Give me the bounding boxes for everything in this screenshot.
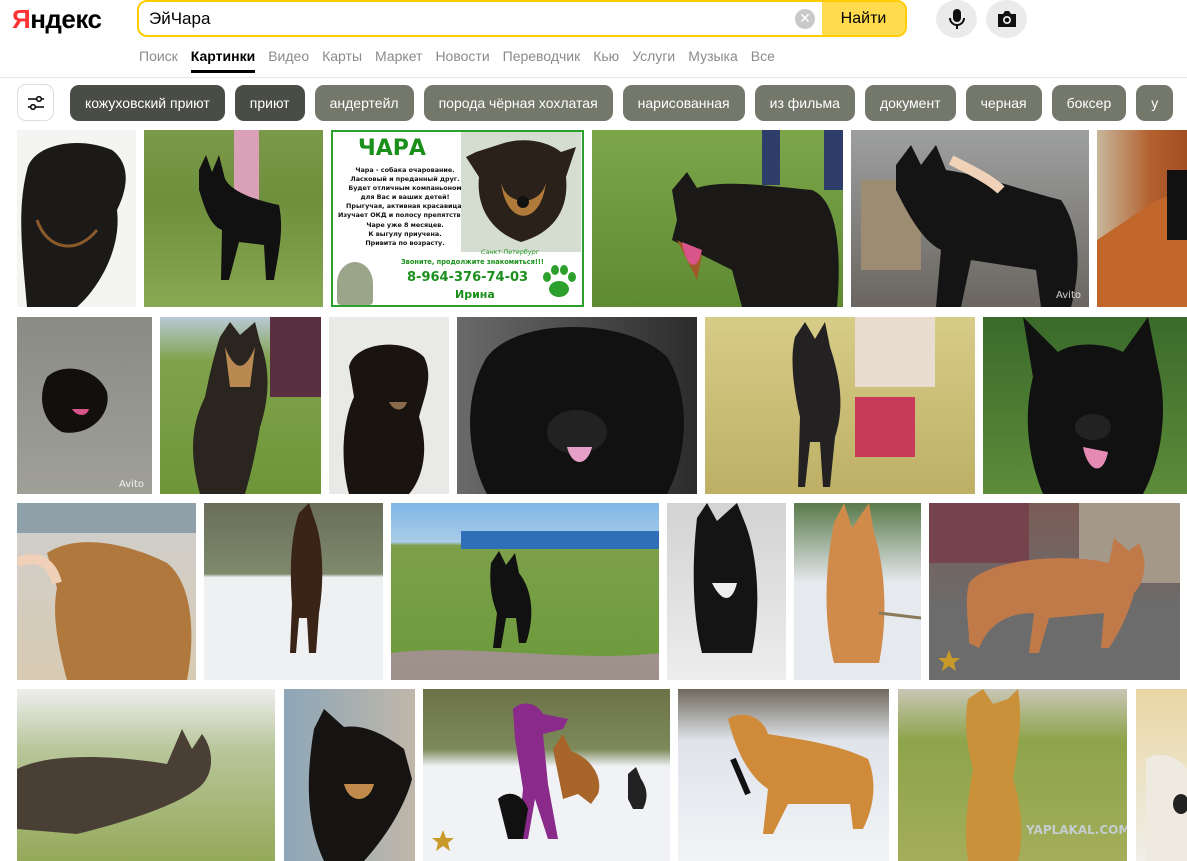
dog-photo <box>461 132 581 252</box>
star-logo-icon <box>938 650 960 671</box>
avito-watermark: Avito <box>119 479 144 490</box>
image-result[interactable] <box>284 689 415 861</box>
chip[interactable]: нарисованная <box>622 85 745 121</box>
tab-images[interactable]: Картинки <box>190 48 256 73</box>
chip[interactable]: черная <box>965 85 1042 121</box>
search-box: ✕ Найти <box>137 0 907 37</box>
image-result[interactable] <box>17 503 196 680</box>
paw-icon <box>543 265 576 297</box>
dog-photo <box>42 368 108 433</box>
tab-market[interactable]: Маркет <box>375 48 422 73</box>
poster-name: Ирина <box>455 288 495 301</box>
image-result[interactable]: YAPLAKAL.COM <box>898 689 1127 861</box>
tab-music[interactable]: Музыка <box>688 48 738 73</box>
dog-photo <box>728 714 874 834</box>
poster-city: Санкт-Петербург <box>481 248 540 256</box>
image-search-button[interactable] <box>986 0 1027 38</box>
clear-icon[interactable]: ✕ <box>795 9 815 29</box>
header: Яндекс ✕ Найти Поиск Картинки Видео Карт… <box>0 0 1187 78</box>
search-button[interactable]: Найти <box>822 2 905 35</box>
image-result[interactable] <box>204 503 383 680</box>
image-result[interactable] <box>592 130 843 307</box>
image-result[interactable] <box>1136 689 1187 861</box>
poster-text: Чара - собака очарование. Ласковый и пре… <box>338 166 472 247</box>
image-result[interactable] <box>678 689 889 861</box>
yaplakal-watermark: YAPLAKAL.COM <box>1026 823 1127 837</box>
tab-q[interactable]: Кью <box>593 48 619 73</box>
image-result[interactable] <box>794 503 921 680</box>
camera-icon <box>997 11 1016 27</box>
chip[interactable]: андертейл <box>314 85 414 121</box>
microphone-icon <box>948 9 965 29</box>
chip[interactable]: документ <box>864 85 956 121</box>
image-result[interactable] <box>1097 130 1187 307</box>
star-logo-icon <box>432 830 454 851</box>
dog-photo <box>1023 317 1163 494</box>
dog-photo <box>1146 754 1187 861</box>
suggestion-chips: кожуховский приют приют андертейл порода… <box>70 85 1174 121</box>
image-result[interactable]: Avito <box>17 317 152 494</box>
poster-call: Звоните, продолжите знакомиться!!! <box>401 258 544 266</box>
chip[interactable]: у <box>1136 85 1174 121</box>
service-tabs: Поиск Картинки Видео Карты Маркет Новост… <box>139 48 788 73</box>
image-result[interactable]: Avito <box>851 130 1089 307</box>
search-input[interactable] <box>149 2 789 35</box>
chip[interactable]: боксер <box>1051 85 1127 121</box>
yandex-logo[interactable]: Яндекс <box>12 4 102 35</box>
chip[interactable]: из фильма <box>754 85 855 121</box>
image-result[interactable] <box>17 689 275 861</box>
poster-title: ЧАРА <box>358 136 426 161</box>
image-result[interactable] <box>423 689 670 861</box>
image-result[interactable] <box>144 130 323 307</box>
tab-maps[interactable]: Карты <box>322 48 362 73</box>
tab-services[interactable]: Услуги <box>632 48 675 73</box>
image-result[interactable] <box>17 130 136 307</box>
dog-photo <box>17 729 212 834</box>
avito-watermark: Avito <box>1056 290 1081 301</box>
tab-all[interactable]: Все <box>751 48 775 73</box>
chip[interactable]: порода чёрная хохлатая <box>423 85 613 121</box>
dog-photo <box>498 703 647 839</box>
dog-photo <box>308 709 412 861</box>
filters-button[interactable] <box>17 84 54 121</box>
dog-photo <box>826 503 921 663</box>
image-result[interactable] <box>329 317 449 494</box>
dog-photo <box>861 145 1078 307</box>
dog-photo <box>290 503 323 653</box>
poster-photo <box>337 262 373 305</box>
voice-search-button[interactable] <box>936 0 977 38</box>
image-result[interactable] <box>457 317 697 494</box>
dog-photo <box>193 317 321 494</box>
dog-photo <box>17 503 196 680</box>
dog-photo <box>199 130 282 280</box>
tab-search[interactable]: Поиск <box>139 48 178 73</box>
poster-phone: 8-964-376-74-03 <box>407 270 529 285</box>
sliders-icon <box>27 95 44 110</box>
chip[interactable]: приют <box>234 85 305 121</box>
tab-translate[interactable]: Переводчик <box>503 48 581 73</box>
image-result[interactable] <box>160 317 321 494</box>
image-result[interactable] <box>929 503 1180 680</box>
dog-photo <box>929 503 1180 653</box>
dog-photo <box>391 531 659 680</box>
image-result[interactable] <box>705 317 975 494</box>
filter-row: кожуховский приют приют андертейл порода… <box>0 84 1187 122</box>
dog-photo <box>470 327 684 494</box>
dog-photo <box>792 317 935 487</box>
chip[interactable]: кожуховский приют <box>70 85 225 121</box>
image-result[interactable] <box>667 503 786 680</box>
dog-photo <box>21 142 126 307</box>
image-result[interactable] <box>983 317 1187 494</box>
adoption-poster[interactable]: ЧАРА Чара - собака очарование. Ласковый … <box>331 130 584 307</box>
tab-news[interactable]: Новости <box>435 48 489 73</box>
tab-video[interactable]: Видео <box>268 48 309 73</box>
dog-photo <box>1097 170 1187 307</box>
image-result[interactable] <box>391 503 659 680</box>
dog-photo <box>672 130 843 307</box>
dog-photo <box>343 344 429 494</box>
dog-photo <box>693 503 758 653</box>
